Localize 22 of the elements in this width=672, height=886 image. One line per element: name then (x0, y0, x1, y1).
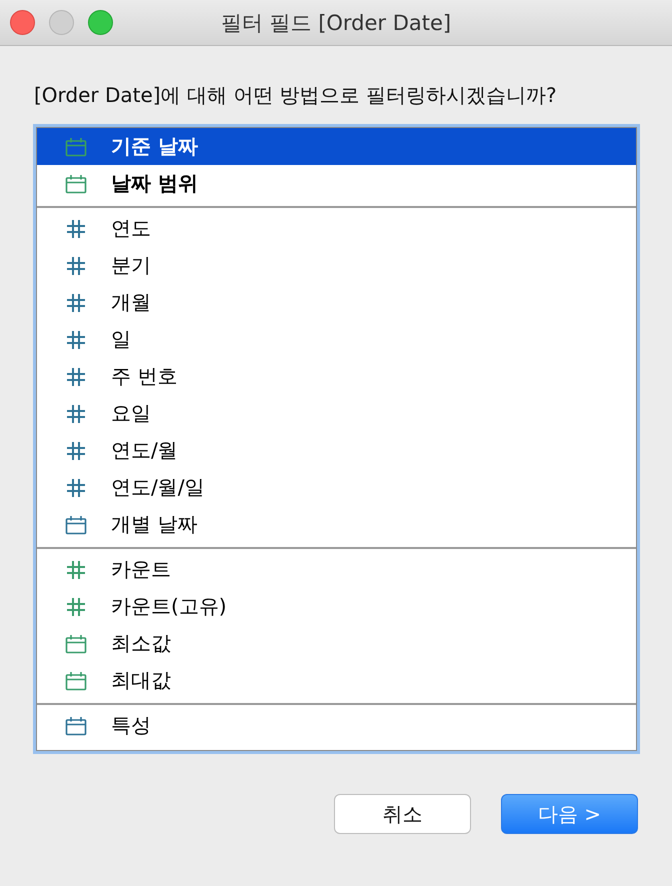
list-item[interactable]: 특성 (37, 707, 636, 744)
minimize-button[interactable] (49, 10, 74, 35)
list-item[interactable]: 연도/월/일 (37, 469, 636, 506)
list-item[interactable]: 일 (37, 321, 636, 358)
list-item[interactable]: 연도/월 (37, 432, 636, 469)
window-title: 필터 필드 [Order Date] (220, 10, 452, 36)
list-item[interactable]: 개월 (37, 284, 636, 321)
list-item[interactable]: 카운트 (37, 551, 636, 588)
list-item[interactable]: 개별 날짜 (37, 506, 636, 543)
list-item[interactable]: 분기 (37, 247, 636, 284)
zoom-button[interactable] (88, 10, 113, 35)
question-text: [Order Date]에 대해 어떤 방법으로 필터링하시겠습니까? (34, 82, 558, 109)
list-item[interactable]: 카운트(고유) (37, 588, 636, 625)
list-item[interactable]: 날짜 범위 (37, 165, 636, 202)
list-item[interactable]: 기준 날짜 (37, 128, 636, 165)
list-item[interactable]: 연도 (37, 210, 636, 247)
list-item[interactable]: 요일 (37, 395, 636, 432)
close-button[interactable] (10, 10, 35, 35)
list-item[interactable]: 주 번호 (37, 358, 636, 395)
list-item[interactable]: 최대값 (37, 662, 636, 699)
cancel-button[interactable]: 취소 (334, 794, 471, 834)
list-item[interactable]: 최소값 (37, 625, 636, 662)
